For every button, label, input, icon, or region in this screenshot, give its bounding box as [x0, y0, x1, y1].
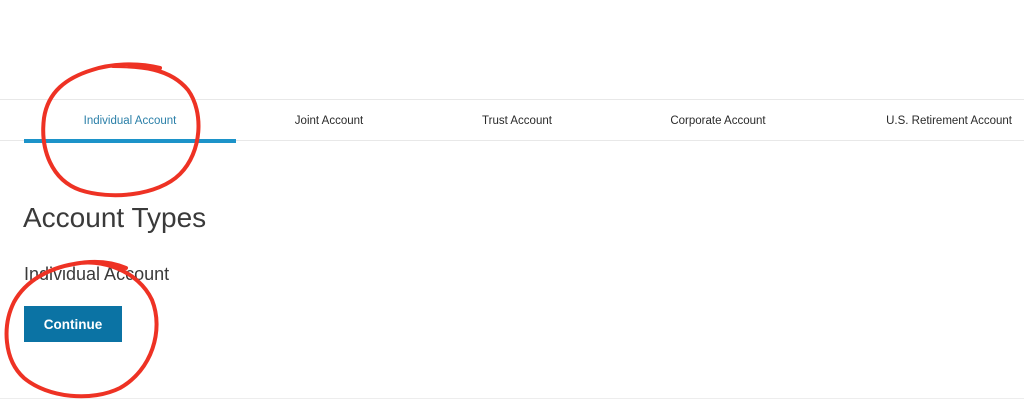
tab-individual-account[interactable]: Individual Account — [24, 100, 236, 143]
tab-corporate-account[interactable]: Corporate Account — [612, 100, 824, 141]
tab-joint-account[interactable]: Joint Account — [236, 100, 422, 141]
tab-us-retirement-account[interactable]: U.S. Retirement Account — [824, 100, 1024, 141]
tab-label: Joint Account — [294, 114, 364, 127]
tab-label: Individual Account — [83, 114, 177, 127]
selected-account-heading: Individual Account — [24, 264, 170, 284]
divider — [0, 398, 1024, 399]
tab-label: Corporate Account — [670, 114, 766, 127]
tab-label: U.S. Retirement Account — [886, 114, 1012, 127]
account-type-tabs: Individual Account Joint Account Trust A… — [0, 99, 1024, 143]
continue-button[interactable]: Continue — [24, 306, 122, 342]
page-title: Account Types — [23, 202, 207, 233]
tab-trust-account[interactable]: Trust Account — [422, 100, 612, 141]
tab-label: Trust Account — [482, 114, 552, 127]
